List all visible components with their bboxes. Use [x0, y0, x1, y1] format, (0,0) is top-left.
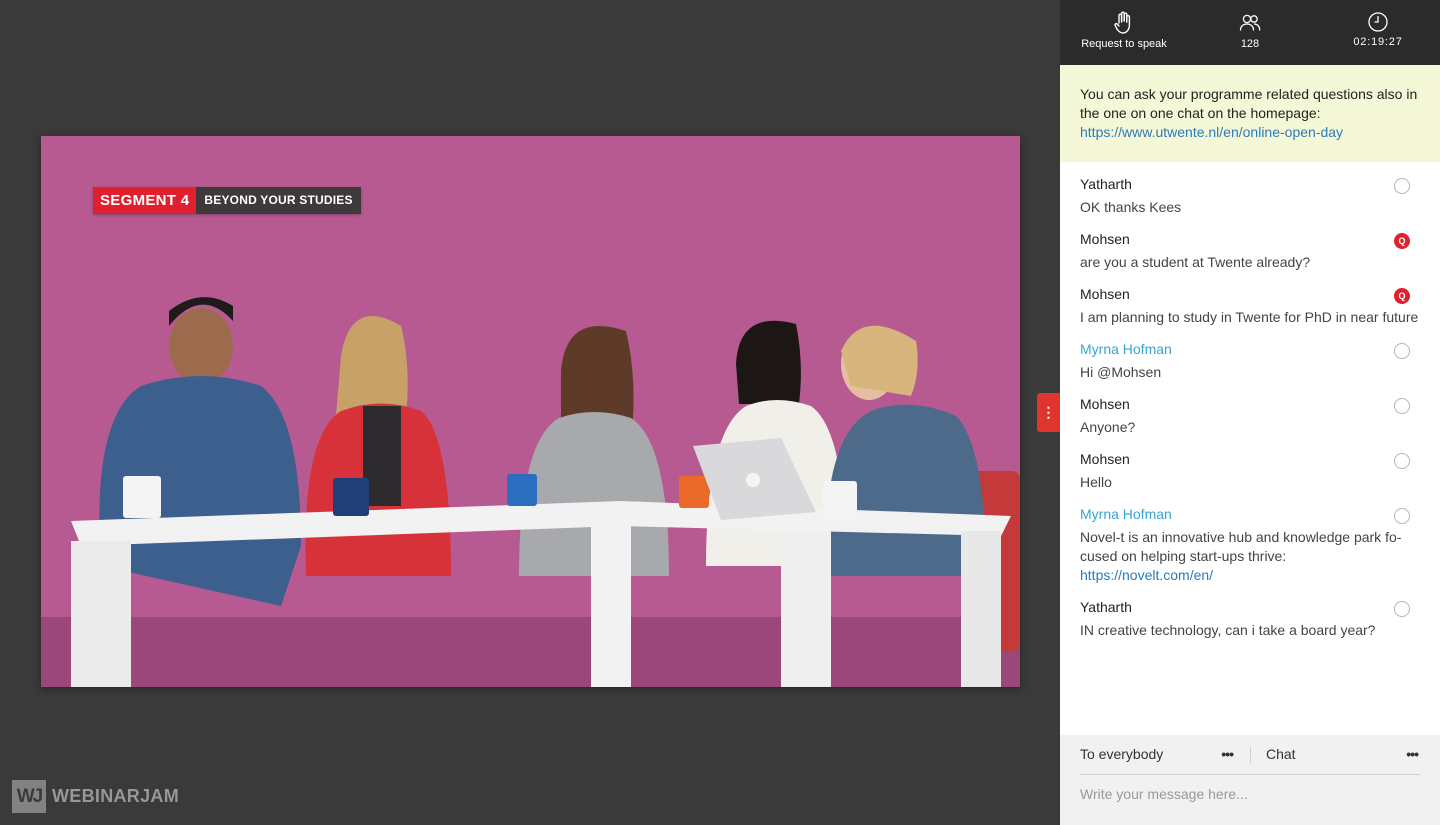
clock-icon — [1368, 12, 1388, 32]
chat-message: Myrna Hofman Hi @Mohsen — [1060, 327, 1440, 382]
logo-wordmark: WEBINARJAM — [52, 786, 179, 806]
chat-mode-label: Chat — [1266, 746, 1296, 762]
chat-message: Mohsen Hello — [1060, 437, 1440, 492]
message-status-icon[interactable] — [1394, 508, 1410, 524]
attendees-button[interactable]: 128 — [1210, 0, 1290, 65]
message-text: Hi @Mohsen — [1080, 364, 1162, 380]
elapsed-timer: 02:19:27 — [1338, 0, 1418, 65]
message-text: I am planning to study in Twente for PhD… — [1080, 309, 1419, 325]
question-badge-icon[interactable]: Q — [1394, 288, 1410, 304]
message-text: OK thanks Kees — [1080, 199, 1182, 215]
message-link[interactable]: https://novelt.com/en/ — [1080, 566, 1420, 585]
question-badge-icon[interactable]: Q — [1394, 233, 1410, 249]
users-icon — [1239, 14, 1261, 31]
webinarjam-logo: WJ WEBINARJAM — [12, 780, 179, 813]
chat-message: Yatharth OK thanks Kees — [1060, 162, 1440, 217]
message-status-icon[interactable] — [1394, 398, 1410, 414]
message-text: IN creative technology, can i take a boa… — [1080, 622, 1376, 638]
message-author: Mohsen — [1080, 231, 1130, 247]
raised-hand-icon — [1114, 11, 1131, 34]
sidebar-toggle-button[interactable]: ⋮ — [1037, 393, 1060, 432]
message-input[interactable] — [1080, 779, 1420, 809]
chat-mode-select[interactable]: Chat ••• — [1266, 735, 1420, 774]
chat-message: Myrna Hofman Novel-t is an innovative hu… — [1060, 492, 1440, 585]
message-text: are you a student at Twente already? — [1080, 254, 1311, 270]
segment-title: BEYOND YOUR STUDIES — [196, 187, 361, 214]
logo-mark: WJ — [12, 780, 46, 813]
notice-text: You can ask your programme related quest… — [1080, 86, 1418, 121]
recipient-more-icon: ••• — [1221, 746, 1234, 762]
attendee-count: 128 — [1240, 38, 1260, 50]
segment-banner: SEGMENT 4 BEYOND YOUR STUDIES — [93, 187, 361, 214]
message-author: Yatharth — [1080, 599, 1132, 615]
recipient-label: To everybody — [1080, 746, 1164, 762]
message-status-icon[interactable] — [1394, 601, 1410, 617]
chat-message: Yatharth IN creative technology, can i t… — [1060, 585, 1440, 640]
video-stage: SEGMENT 4 BEYOND YOUR STUDIES WJ WEBINAR… — [0, 0, 1060, 825]
message-text: Novel-t is an innovative hub and knowled… — [1080, 528, 1420, 585]
composer-options: To everybody ••• Chat ••• — [1080, 735, 1420, 775]
message-author: Mohsen — [1080, 396, 1130, 412]
video-player[interactable]: SEGMENT 4 BEYOND YOUR STUDIES — [41, 136, 1020, 687]
message-text: Anyone? — [1080, 419, 1136, 435]
pinned-notice: You can ask your programme related quest… — [1060, 65, 1440, 162]
message-body: Novel-t is an innovative hub and knowled… — [1080, 529, 1402, 564]
chat-composer: To everybody ••• Chat ••• — [1060, 735, 1440, 825]
elapsed-time: 02:19:27 — [1353, 36, 1403, 48]
chat-message: Mohsen Anyone? — [1060, 382, 1440, 437]
more-vertical-icon: ⋮ — [1041, 404, 1056, 420]
message-status-icon[interactable] — [1394, 178, 1410, 194]
message-status-icon[interactable] — [1394, 453, 1410, 469]
chat-panel: Request to speak 128 02:19:27 You can as… — [1060, 0, 1440, 825]
recipient-select[interactable]: To everybody ••• — [1080, 735, 1235, 774]
composer-divider — [1250, 747, 1251, 763]
message-text: Hello — [1080, 474, 1112, 490]
message-author: Mohsen — [1080, 286, 1130, 302]
webinar-toolbar: Request to speak 128 02:19:27 — [1060, 0, 1440, 65]
message-author: Yatharth — [1080, 176, 1132, 192]
message-author: Mohsen — [1080, 451, 1130, 467]
segment-label: SEGMENT 4 — [93, 187, 197, 214]
message-status-icon[interactable] — [1394, 343, 1410, 359]
message-author: Myrna Hofman — [1080, 506, 1172, 522]
chat-mode-more-icon: ••• — [1406, 746, 1419, 762]
notice-link[interactable]: https://www.utwente.nl/en/online-open-da… — [1080, 123, 1420, 142]
chat-message-list[interactable]: Yatharth OK thanks Kees Mohsen are you a… — [1060, 162, 1440, 735]
request-to-speak-button[interactable]: Request to speak — [1070, 0, 1178, 65]
message-author: Myrna Hofman — [1080, 341, 1172, 357]
chat-message: Mohsen I am planning to study in Twente … — [1060, 272, 1440, 327]
chat-message: Mohsen are you a student at Twente alrea… — [1060, 217, 1440, 272]
request-to-speak-label: Request to speak — [1081, 38, 1167, 50]
panel-discussion-scene — [41, 136, 1020, 687]
